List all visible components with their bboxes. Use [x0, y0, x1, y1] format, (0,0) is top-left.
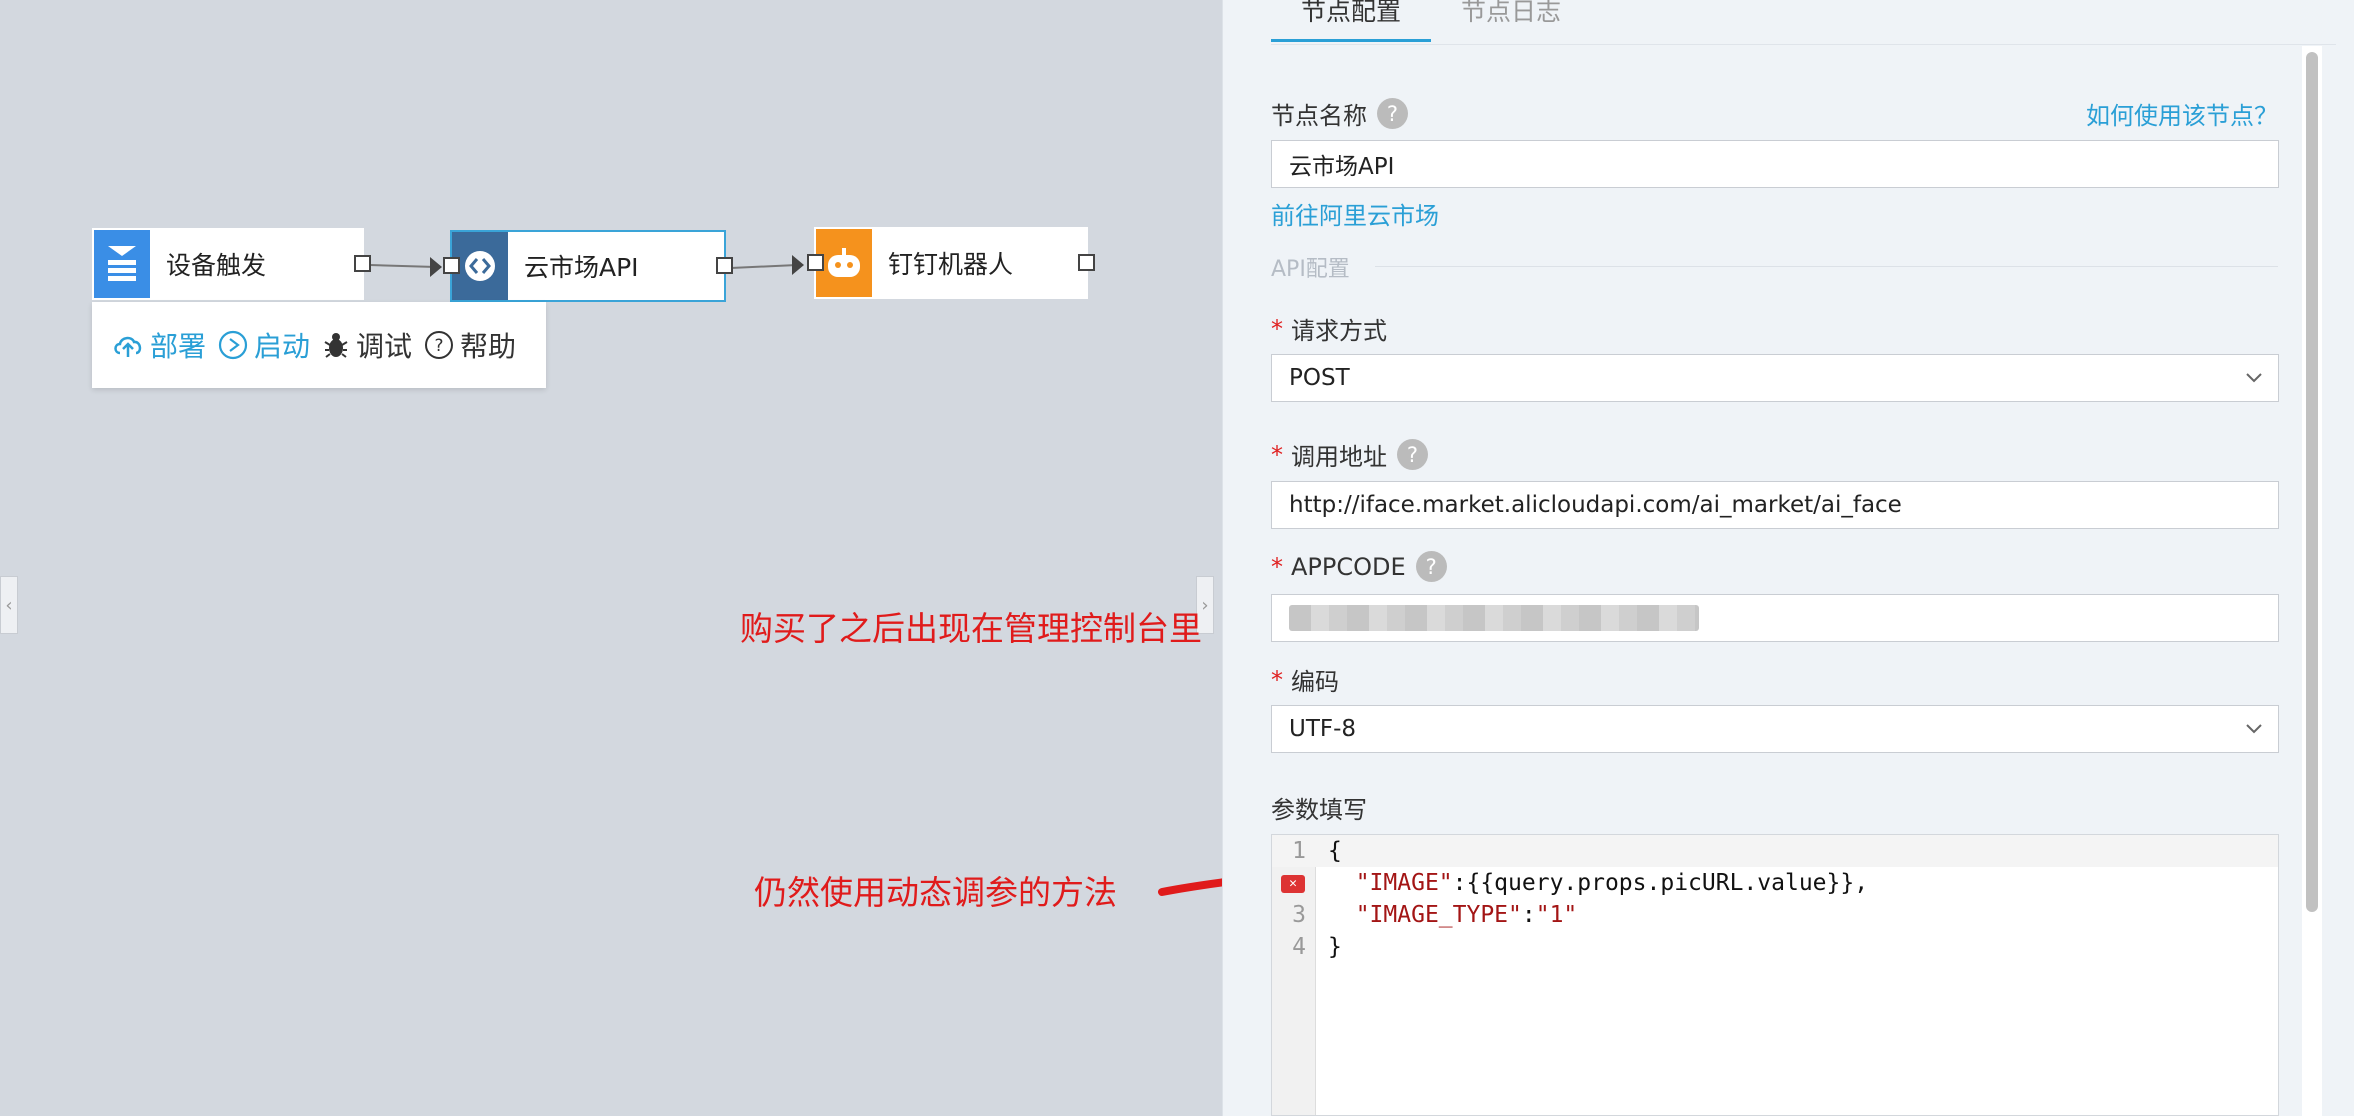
params-code-editor[interactable]: 1 { ✕ "IMAGE":{{query.props.picURL.value… [1271, 834, 2279, 1116]
code-text: "IMAGE":{{query.props.picURL.value}}, [1328, 870, 1868, 896]
device-trigger-icon [94, 230, 150, 298]
url-label-text: 调用地址 [1291, 443, 1387, 471]
how-to-use-link[interactable]: 如何使用该节点？ [2086, 96, 2278, 131]
method-label: * 请求方式 [1271, 311, 1387, 346]
collapse-left-button[interactable]: ‹ [0, 576, 18, 634]
encoding-value: UTF-8 [1289, 716, 1357, 742]
section-divider [1375, 266, 2278, 267]
node-cloud-market-api[interactable]: 云市场API [443, 230, 733, 302]
required-marker: * [1271, 665, 1283, 694]
deploy-button[interactable]: 部署 [112, 325, 206, 365]
output-port[interactable] [716, 257, 733, 274]
code-line[interactable]: 1 { [1272, 835, 2278, 867]
output-port[interactable] [1078, 254, 1095, 271]
node-config-panel: 节点配置 节点日志 节点名称 ? 如何使用该节点？ 云市场API 前往阿里云市场… [1222, 0, 2354, 1116]
method-select[interactable]: POST [1271, 354, 2279, 402]
question-circle-icon: ? [424, 330, 454, 360]
help-label: 帮助 [460, 330, 517, 363]
encoding-label-text: 编码 [1291, 668, 1339, 696]
debug-button[interactable]: 调试 [322, 325, 412, 365]
edge-arrow-1 [430, 257, 442, 277]
help-icon[interactable]: ? [1377, 98, 1408, 129]
help-button[interactable]: ? 帮助 [424, 325, 516, 365]
url-label: * 调用地址 ? [1271, 437, 1428, 472]
node-label: 云市场API [524, 253, 639, 282]
edge-api-to-robot [730, 264, 798, 269]
output-port[interactable] [354, 255, 371, 272]
edge-trigger-to-api [369, 264, 437, 268]
svg-text:?: ? [435, 336, 444, 356]
encoding-label: * 编码 [1271, 662, 1339, 697]
flow-canvas[interactable]: 设备触发 云市场API 钉钉机器人 部署 启动 调试 ? 帮助 ‹ › 购买了之… [0, 0, 1222, 1116]
params-label: 参数填写 [1271, 790, 1367, 825]
code-key: "IMAGE" [1355, 870, 1453, 896]
play-circle-icon [218, 330, 248, 360]
code-text: } [1328, 934, 1342, 960]
appcode-label-text: APPCODE [1291, 552, 1406, 581]
code-line[interactable]: ✕ "IMAGE":{{query.props.picURL.value}}, [1272, 867, 2278, 899]
tab-node-log[interactable]: 节点日志 [1431, 0, 1591, 42]
node-dingtalk-robot[interactable]: 钉钉机器人 [807, 227, 1095, 299]
appcode-redaction-blur [1289, 605, 1699, 631]
start-label: 启动 [254, 330, 311, 363]
scrollbar[interactable] [2302, 46, 2322, 1116]
tab-divider [1271, 44, 2336, 45]
bug-icon [322, 330, 350, 360]
line-number: 3 [1292, 902, 1306, 928]
required-marker: * [1271, 314, 1283, 343]
code-sep: : [1521, 902, 1536, 928]
scrollbar-thumb[interactable] [2306, 52, 2318, 912]
url-input[interactable]: http://iface.market.alicloudapi.com/ai_m… [1271, 481, 2279, 529]
code-text: { [1328, 838, 1342, 864]
chevron-right-icon: › [1201, 594, 1209, 616]
help-icon[interactable]: ? [1397, 439, 1428, 470]
tab-node-config[interactable]: 节点配置 [1271, 0, 1432, 42]
node-name-input[interactable]: 云市场API [1271, 140, 2279, 188]
aliyun-market-link[interactable]: 前往阿里云市场 [1271, 196, 1439, 231]
chevron-down-icon [2244, 367, 2264, 393]
code-rest: :{{query.props.picURL.value}}, [1452, 870, 1869, 896]
node-name-label-text: 节点名称 [1271, 102, 1367, 130]
code-text: "IMAGE_TYPE":"1" [1328, 902, 1578, 928]
edge-arrow-2 [792, 255, 804, 275]
deploy-label: 部署 [150, 330, 207, 363]
method-label-text: 请求方式 [1291, 317, 1387, 345]
api-code-icon [452, 232, 508, 300]
node-name-value: 云市场API [1289, 154, 1395, 180]
annotation-arrow [1158, 878, 1222, 896]
url-value: http://iface.market.alicloudapi.com/ai_m… [1289, 492, 1902, 518]
line-number: 1 [1292, 838, 1306, 864]
node-label: 设备触发 [166, 251, 267, 280]
annotation-appcode-note: 购买了之后出现在管理控制台里 [740, 609, 1202, 648]
panel-tabs: 节点配置 节点日志 [1271, 0, 1591, 44]
start-button[interactable]: 启动 [218, 325, 310, 365]
appcode-label: * APPCODE ? [1271, 551, 1447, 582]
method-value: POST [1289, 365, 1350, 391]
debug-label: 调试 [356, 330, 413, 363]
flow-edges [369, 255, 1222, 896]
code-line[interactable]: 3 "IMAGE_TYPE":"1" [1272, 899, 2278, 931]
cloud-upload-icon [112, 331, 144, 359]
api-config-section-title: API配置 [1271, 257, 1350, 282]
node-label: 钉钉机器人 [888, 250, 1014, 279]
input-port[interactable] [443, 257, 460, 274]
node-name-label: 节点名称 ? [1271, 96, 1408, 131]
required-marker: * [1271, 440, 1283, 469]
input-port[interactable] [807, 254, 824, 271]
chevron-left-icon: ‹ [5, 594, 13, 616]
code-line[interactable]: 4 } [1272, 931, 2278, 963]
code-key: "IMAGE_TYPE" [1355, 902, 1522, 928]
node-toolbar: 部署 启动 调试 ? 帮助 [92, 302, 546, 388]
required-marker: * [1271, 552, 1283, 581]
encoding-select[interactable]: UTF-8 [1271, 705, 2279, 753]
node-device-trigger[interactable]: 设备触发 [92, 228, 371, 300]
annotation-params-note: 仍然使用动态调参的方法 [754, 873, 1117, 912]
chevron-down-icon [2244, 718, 2264, 744]
error-marker-icon[interactable]: ✕ [1281, 875, 1305, 893]
params-label-text: 参数填写 [1271, 796, 1367, 824]
help-icon[interactable]: ? [1415, 551, 1447, 582]
robot-icon [816, 229, 872, 297]
code-value: "1" [1535, 902, 1578, 928]
line-number: 4 [1292, 934, 1306, 960]
